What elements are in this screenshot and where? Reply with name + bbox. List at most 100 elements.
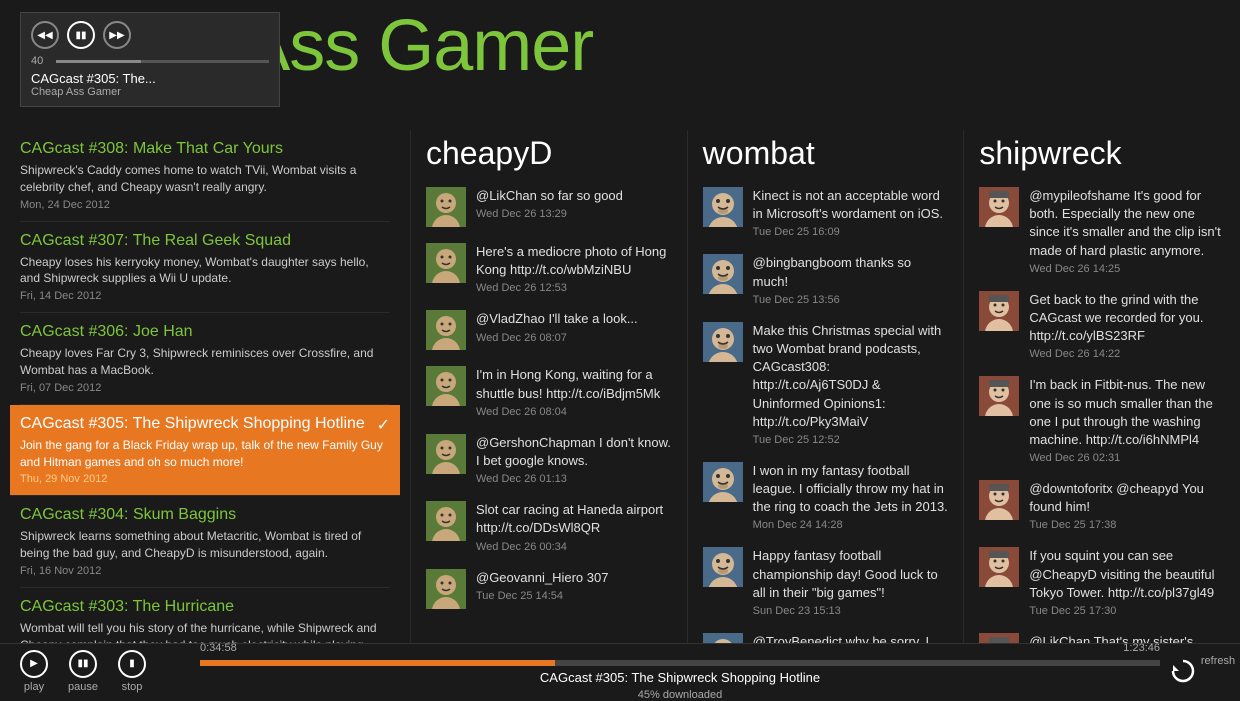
podcast-desc-303: Wombat will tell you his story of the hu… [20, 620, 390, 643]
tweet-date-wombat-4: Sun Dec 23 15:13 [753, 605, 949, 617]
stop-button[interactable]: ▮ stop [118, 650, 146, 693]
bottom-right-controls: refresh [1160, 653, 1240, 689]
tweet-cheapyd-6: @Geovanni_Hiero 307 Tue Dec 25 14:54 [426, 569, 672, 609]
tweet-content-cheapyd-0: @LikChan so far so good Wed Dec 26 13:29 [476, 187, 672, 220]
tweet-text-cheapyd-5: Slot car racing at Haneda airport http:/… [476, 501, 672, 537]
volume-bar[interactable] [56, 60, 269, 63]
tweet-content-cheapyd-5: Slot car racing at Haneda airport http:/… [476, 501, 672, 552]
tweet-text-shipwreck-4: If you squint you can see @CheapyD visit… [1029, 547, 1225, 602]
shipwreck-header: shipwreck [979, 130, 1225, 172]
tweet-wombat-0: Kinect is not an acceptable word in Micr… [703, 187, 949, 238]
podcast-date-307: Fri, 14 Dec 2012 [20, 290, 390, 302]
tweet-text-shipwreck-1: Get back to the grind with the CAGcast w… [1029, 291, 1225, 346]
tweet-text-wombat-0: Kinect is not an acceptable word in Micr… [753, 187, 949, 223]
podcast-item-308[interactable]: CAGcast #308: Make That Car Yours Shipwr… [20, 130, 390, 222]
volume-value: 40 [31, 55, 51, 67]
podcast-desc-308: Shipwreck's Caddy comes home to watch TV… [20, 162, 390, 196]
tweet-date-cheapyd-5: Wed Dec 26 00:34 [476, 541, 672, 553]
tweet-cheapyd-1: Here's a mediocre photo of Hong Kong htt… [426, 243, 672, 294]
tweet-content-cheapyd-3: I'm in Hong Kong, waiting for a shuttle … [476, 366, 672, 417]
tweet-text-cheapyd-2: @VladZhao I'll take a look... [476, 310, 672, 328]
avatar-wombat-2 [703, 322, 743, 362]
tweet-content-cheapyd-6: @Geovanni_Hiero 307 Tue Dec 25 14:54 [476, 569, 672, 602]
avatar-cheapyd-0 [426, 187, 466, 227]
podcast-date-308: Mon, 24 Dec 2012 [20, 199, 390, 211]
refresh-button[interactable] [1165, 653, 1201, 689]
avatar-cheapyd-6 [426, 569, 466, 609]
tweet-shipwreck-2: I'm back in Fitbit-nus. The new one is s… [979, 376, 1225, 464]
play-icon: ▶ [20, 650, 48, 678]
cheapyd-header: cheapyD [426, 130, 672, 172]
podcast-item-305[interactable]: ✓ CAGcast #305: The Shipwreck Shopping H… [10, 405, 400, 497]
tweet-date-wombat-1: Tue Dec 25 13:56 [753, 294, 949, 306]
podcast-date-304: Fri, 16 Nov 2012 [20, 565, 390, 577]
tweet-text-cheapyd-0: @LikChan so far so good [476, 187, 672, 205]
time-elapsed: 0:34:58 [200, 642, 237, 654]
tweet-text-wombat-3: I won in my fantasy football league. I o… [753, 462, 949, 517]
tweet-date-shipwreck-3: Tue Dec 25 17:38 [1029, 519, 1225, 531]
podcast-title-307: CAGcast #307: The Real Geek Squad [20, 232, 390, 250]
bottom-bar: ▶ play ▮▮ pause ▮ stop 0:34:58 1:23:46 C… [0, 643, 1240, 698]
playback-controls: ◀◀ ▮▮ ▶▶ [31, 21, 269, 49]
download-label: 45% downloaded [638, 689, 722, 701]
wombat-header: wombat [703, 130, 949, 172]
pause-icon: ▮▮ [69, 650, 97, 678]
play-pause-button[interactable]: ▮▮ [67, 21, 95, 49]
tweet-cheapyd-0: @LikChan so far so good Wed Dec 26 13:29 [426, 187, 672, 227]
podcast-item-303[interactable]: CAGcast #303: The Hurricane Wombat will … [20, 588, 390, 643]
refresh-label: refresh [1201, 655, 1235, 689]
tweet-text-wombat-2: Make this Christmas special with two Wom… [753, 322, 949, 431]
podcast-title-308: CAGcast #308: Make That Car Yours [20, 140, 390, 158]
prev-button[interactable]: ◀◀ [31, 21, 59, 49]
tweet-cheapyd-3: I'm in Hong Kong, waiting for a shuttle … [426, 366, 672, 417]
podcast-desc-305: Join the gang for a Black Friday wrap up… [20, 437, 390, 471]
pause-label: pause [68, 681, 98, 693]
podcast-date-305: Thu, 29 Nov 2012 [20, 473, 390, 485]
tweet-shipwreck-3: @downtoforitx @cheapyd You found him! Tu… [979, 480, 1225, 531]
podcast-item-307[interactable]: CAGcast #307: The Real Geek Squad Cheapy… [20, 222, 390, 314]
tweet-date-shipwreck-2: Wed Dec 26 02:31 [1029, 452, 1225, 464]
avatar-wombat-0 [703, 187, 743, 227]
bottom-playback-controls: ▶ play ▮▮ pause ▮ stop [0, 650, 200, 693]
tweet-date-cheapyd-6: Tue Dec 25 14:54 [476, 590, 672, 602]
play-button[interactable]: ▶ play [20, 650, 48, 693]
tweet-wombat-1: @bingbangboom thanks so much! Tue Dec 25… [703, 254, 949, 305]
feeds-container: cheapyD @LikChan so far so good Wed Dec … [410, 130, 1240, 643]
tweet-date-cheapyd-3: Wed Dec 26 08:04 [476, 406, 672, 418]
podcast-title-305: CAGcast #305: The Shipwreck Shopping Hot… [20, 415, 390, 433]
tweet-date-cheapyd-2: Wed Dec 26 08:07 [476, 332, 672, 344]
podcast-item-304[interactable]: CAGcast #304: Skum Baggins Shipwreck lea… [20, 496, 390, 588]
tweet-wombat-4: Happy fantasy football championship day!… [703, 547, 949, 617]
play-label: play [24, 681, 44, 693]
tweet-date-cheapyd-0: Wed Dec 26 13:29 [476, 208, 672, 220]
tweet-date-shipwreck-4: Tue Dec 25 17:30 [1029, 605, 1225, 617]
tweet-cheapyd-5: Slot car racing at Haneda airport http:/… [426, 501, 672, 552]
stop-label: stop [122, 681, 143, 693]
playback-progress-bar[interactable] [200, 660, 1160, 666]
tweet-content-cheapyd-2: @VladZhao I'll take a look... Wed Dec 26… [476, 310, 672, 343]
tweet-content-shipwreck-1: Get back to the grind with the CAGcast w… [1029, 291, 1225, 361]
tweet-content-cheapyd-4: @GershonChapman I don't know. I bet goog… [476, 434, 672, 485]
tweet-date-cheapyd-1: Wed Dec 26 12:53 [476, 282, 672, 294]
avatar-wombat-3 [703, 462, 743, 502]
tweet-content-wombat-0: Kinect is not an acceptable word in Micr… [753, 187, 949, 238]
tweet-content-wombat-4: Happy fantasy football championship day!… [753, 547, 949, 617]
tweet-content-wombat-1: @bingbangboom thanks so much! Tue Dec 25… [753, 254, 949, 305]
podcast-desc-306: Cheapy loves Far Cry 3, Shipwreck remini… [20, 345, 390, 379]
tweet-text-cheapyd-1: Here's a mediocre photo of Hong Kong htt… [476, 243, 672, 279]
tweet-text-cheapyd-3: I'm in Hong Kong, waiting for a shuttle … [476, 366, 672, 402]
tweet-text-cheapyd-4: @GershonChapman I don't know. I bet goog… [476, 434, 672, 470]
podcast-item-306[interactable]: CAGcast #306: Joe Han Cheapy loves Far C… [20, 313, 390, 405]
pause-button[interactable]: ▮▮ pause [68, 650, 98, 693]
volume-control[interactable]: 40 [31, 55, 269, 67]
now-playing-widget: ◀◀ ▮▮ ▶▶ 40 CAGcast #305: The... Cheap A… [20, 12, 280, 107]
next-button[interactable]: ▶▶ [103, 21, 131, 49]
tweet-date-shipwreck-0: Wed Dec 26 14:25 [1029, 263, 1225, 275]
tweet-date-shipwreck-1: Wed Dec 26 14:22 [1029, 348, 1225, 360]
tweet-content-shipwreck-4: If you squint you can see @CheapyD visit… [1029, 547, 1225, 617]
avatar-cheapyd-1 [426, 243, 466, 283]
tweet-content-wombat-3: I won in my fantasy football league. I o… [753, 462, 949, 532]
avatar-wombat-1 [703, 254, 743, 294]
now-playing-subtitle: Cheap Ass Gamer [31, 86, 269, 98]
now-playing-title: CAGcast #305: The... [31, 71, 269, 86]
